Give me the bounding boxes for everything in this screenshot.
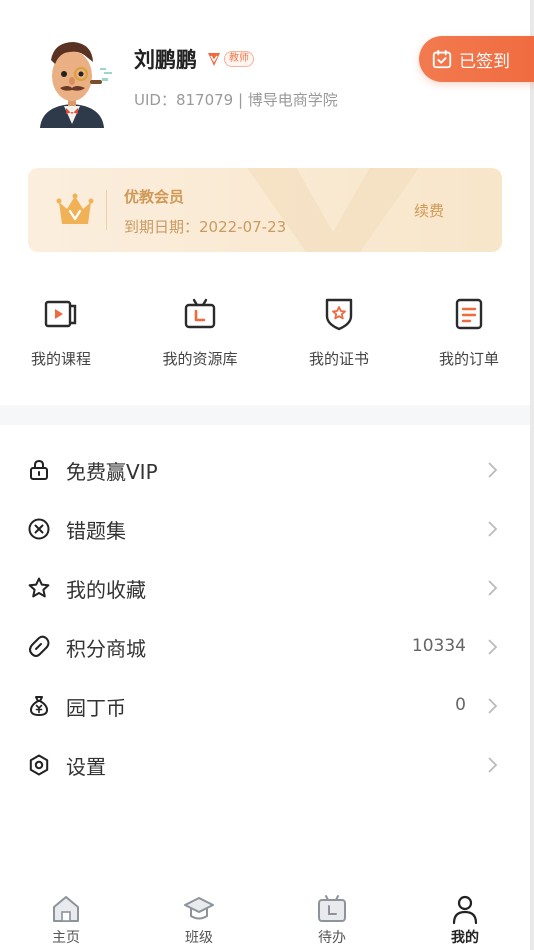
shortcut-label: 我的证书 (308, 350, 369, 368)
vip-divider (106, 190, 107, 230)
chevron-right-icon (488, 580, 498, 596)
crown-icon (56, 193, 94, 224)
chevron-right-icon (488, 757, 498, 773)
menu-item-settings[interactable]: 设置 (0, 736, 530, 795)
menu-label: 我的收藏 (66, 578, 146, 602)
certificate-icon (325, 298, 353, 331)
wrong-circle-icon (28, 518, 50, 540)
menu-label: 园丁币 (66, 696, 126, 720)
shortcut-label: 我的资源库 (162, 350, 238, 368)
tab-label: 主页 (52, 930, 80, 946)
checkin-label: 已签到 (459, 51, 510, 72)
tab-label: 班级 (185, 930, 213, 946)
points-tag-icon (29, 635, 50, 657)
chevron-right-icon (488, 698, 498, 714)
resource-library-icon (184, 298, 216, 329)
user-name: 刘鹏鹏 (134, 48, 197, 72)
menu-item-points-mall[interactable]: 积分商城 10334 (0, 618, 530, 677)
vip-title: 优教会员 (124, 188, 185, 206)
role-tag: 教师 (224, 51, 254, 67)
tab-label: 我的 (451, 930, 479, 946)
chevron-right-icon (488, 462, 498, 478)
menu-item-free-vip[interactable]: 免费赢VIP (0, 441, 530, 500)
shortcut-my-certificates[interactable]: 我的证书 (284, 296, 394, 369)
shortcut-my-orders[interactable]: 我的订单 (414, 296, 524, 369)
menu-label: 积分商城 (66, 637, 146, 661)
home-icon (53, 896, 79, 922)
tab-label: 待办 (318, 930, 346, 946)
vip-renew-link[interactable]: 续费 (414, 200, 444, 221)
menu-item-favorites[interactable]: 我的收藏 (0, 559, 530, 618)
vip-expire-date: 到期日期：2022-07-23 (124, 218, 287, 236)
todo-icon (318, 895, 346, 922)
settings-icon (29, 754, 49, 776)
menu-item-gardener-coins[interactable]: 园丁币 0 (0, 677, 530, 736)
money-bag-icon (30, 696, 48, 716)
shortcut-my-courses[interactable]: 我的课程 (6, 296, 116, 369)
section-divider (0, 405, 530, 425)
menu-label: 错题集 (66, 519, 126, 543)
profile-icon (452, 895, 478, 925)
tab-class[interactable]: 班级 (159, 884, 239, 947)
order-icon (455, 298, 483, 330)
chevron-right-icon (488, 521, 498, 537)
avatar[interactable] (30, 36, 114, 128)
shortcut-label: 我的课程 (30, 350, 91, 368)
teacher-badge: 教师 (206, 50, 254, 68)
tab-todo[interactable]: 待办 (292, 884, 372, 947)
calendar-check-icon (432, 49, 452, 69)
tab-mine[interactable]: 我的 (425, 884, 505, 947)
menu-label: 设置 (66, 755, 106, 779)
course-icon (44, 300, 77, 328)
class-icon (184, 897, 214, 920)
chevron-right-icon (488, 639, 498, 655)
vip-watermark-v (247, 168, 419, 252)
uid-school-line: UID：817079 | 博导电商学院 (134, 91, 338, 109)
lock-icon (30, 459, 48, 480)
menu-item-wrong-questions[interactable]: 错题集 (0, 500, 530, 559)
menu-label: 免费赢VIP (66, 460, 158, 484)
screen-edge (530, 0, 534, 950)
verified-v-icon (208, 53, 220, 66)
bottom-tab-bar: 主页 班级 待办 我的 (0, 884, 530, 950)
tab-home[interactable]: 主页 (26, 884, 106, 947)
vip-card[interactable]: 优教会员 到期日期：2022-07-23 续费 (28, 168, 502, 252)
checkin-button[interactable]: 已签到 (419, 36, 534, 82)
shortcut-my-resources[interactable]: 我的资源库 (145, 296, 255, 369)
shortcut-label: 我的订单 (438, 350, 499, 368)
menu-value: 0 (455, 695, 466, 715)
menu-value: 10334 (411, 636, 466, 656)
star-icon (28, 577, 50, 598)
